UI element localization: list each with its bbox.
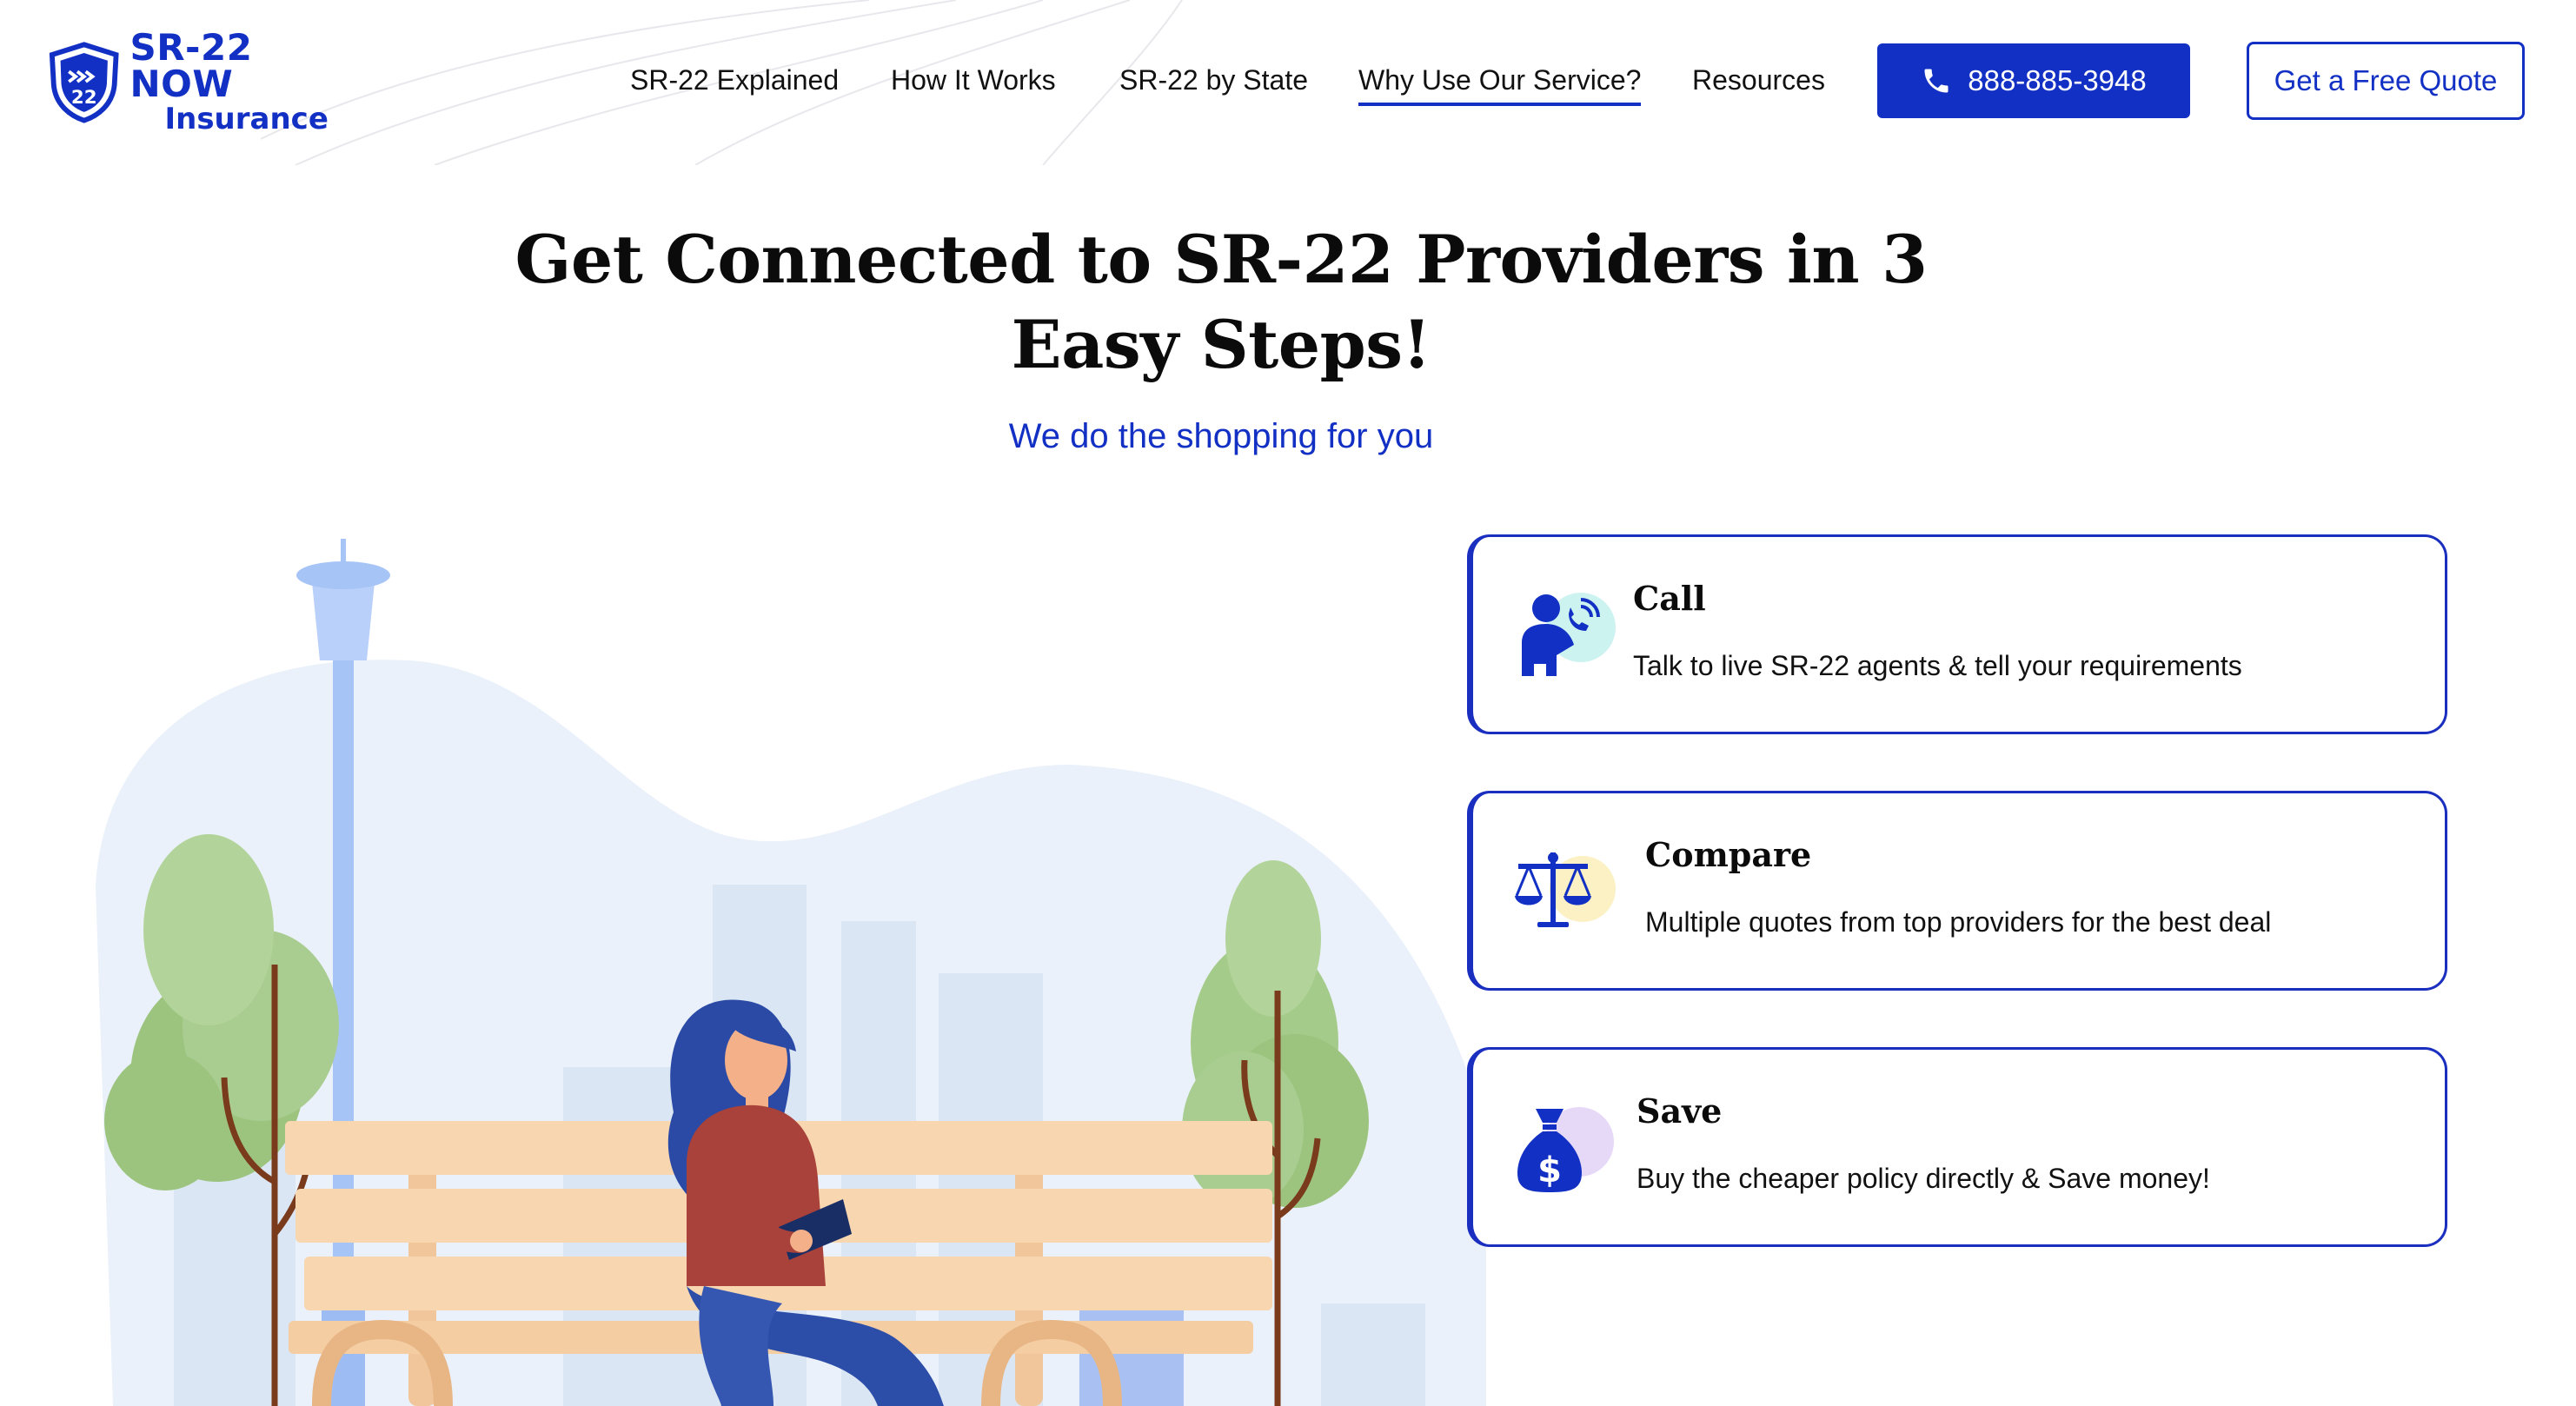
logo-main-text: SR-22 NOW (129, 26, 253, 105)
shield-logo-icon: 22 (49, 42, 119, 123)
nav-resources[interactable]: Resources (1692, 61, 1825, 99)
step-title-save: Save (1637, 1091, 1723, 1131)
nav-sr22-by-state[interactable]: SR-22 by State (1119, 61, 1308, 99)
hero-subtitle: We do the shopping for you (1008, 417, 1434, 455)
logo-sub-text: Insurance (164, 102, 329, 136)
park-bench-illustration (96, 539, 1486, 1406)
shield-text: 22 (71, 87, 97, 109)
step-description-call: Talk to live SR-22 agents & tell your re… (1633, 650, 2242, 681)
money-bag-icon: $ (1517, 1107, 1614, 1192)
svg-text:$: $ (1537, 1151, 1562, 1190)
step-description-save: Buy the cheaper policy directly & Save m… (1637, 1163, 2210, 1194)
nav-sr22-explained[interactable]: SR-22 Explained (630, 61, 839, 99)
step-description-compare: Multiple quotes from top providers for t… (1645, 906, 2272, 938)
hero-title: Get Connected to SR-22 Providers in 3 Ea… (515, 221, 1928, 383)
step-card-compare: Compare Multiple quotes from top provide… (1467, 791, 2447, 991)
call-phone-button[interactable]: 888-885-3948 (1877, 43, 2190, 118)
step-card-call: Call Talk to live SR-22 agents & tell yo… (1467, 534, 2447, 734)
phone-icon (1924, 69, 1949, 93)
site-header: 22 SR-22 NOW Insurance SR-22 Explained H… (0, 0, 2576, 165)
phone-number-label: 888-885-3948 (1968, 64, 2147, 96)
nav-how-it-works[interactable]: How It Works (891, 61, 1056, 99)
phone-agent-icon (1522, 593, 1616, 676)
step-card-save: $ Save Buy the cheaper policy directly &… (1467, 1047, 2447, 1247)
site-logo[interactable]: 22 SR-22 NOW Insurance (49, 30, 362, 134)
nav-why-use-our-service[interactable]: Why Use Our Service? (1358, 61, 1642, 106)
step-title-compare: Compare (1645, 835, 1812, 874)
get-free-quote-button[interactable]: Get a Free Quote (2247, 42, 2525, 120)
scales-icon (1515, 852, 1616, 927)
step-title-call: Call (1633, 579, 1706, 618)
